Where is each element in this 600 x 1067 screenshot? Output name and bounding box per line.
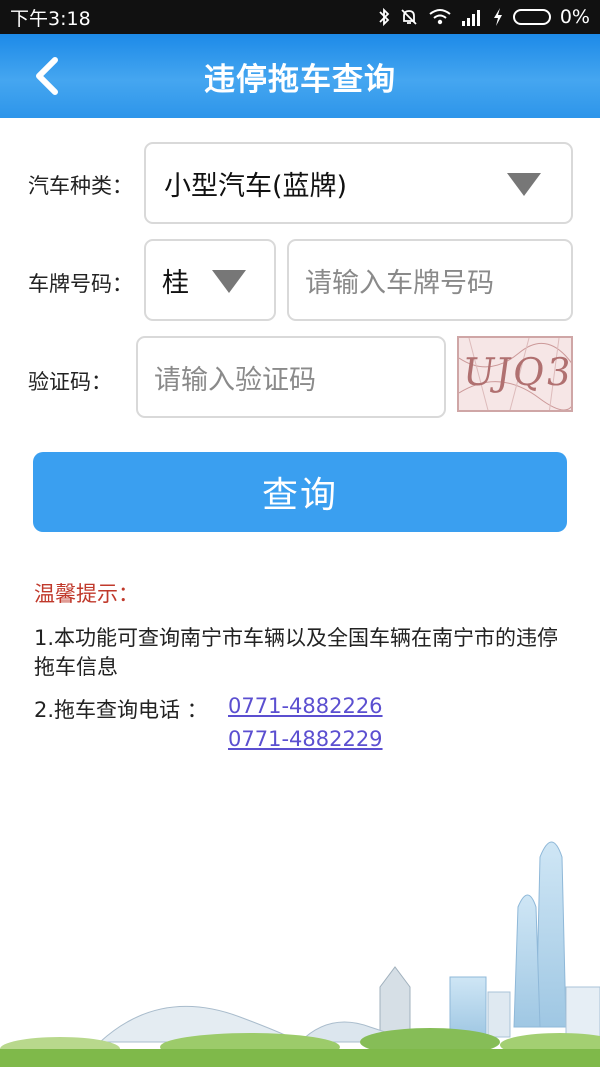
- captcha-image[interactable]: UJQ3: [457, 336, 573, 412]
- captcha-placeholder: 请输入验证码: [154, 364, 316, 396]
- captcha-label: 验证码：: [28, 370, 112, 394]
- query-button[interactable]: 查询: [33, 452, 567, 532]
- charging-icon: [493, 8, 502, 26]
- bluetooth-icon: [379, 7, 390, 27]
- tip-item-2-label: 2.拖车查询电话 ：: [34, 698, 208, 722]
- status-bar: 下午3:18 0%: [0, 0, 600, 34]
- battery-icon: [512, 9, 551, 25]
- tip-item-1: 1.本功能可查询南宁市车辆以及全国车辆在南宁市的违停拖车信息: [34, 626, 559, 679]
- plate-province-select[interactable]: 桂: [144, 239, 276, 321]
- wifi-icon: [429, 9, 451, 25]
- city-skyline-illustration: [0, 827, 600, 1067]
- phone-link-2[interactable]: 0771-4882229: [228, 727, 383, 751]
- plate-label: 车牌号码：: [28, 272, 133, 296]
- app-header: 违停拖车查询: [0, 34, 600, 118]
- page-title: 违停拖车查询: [204, 61, 396, 98]
- phone-link-1[interactable]: 0771-4882226: [228, 694, 383, 718]
- plate-number-input[interactable]: 请输入车牌号码: [287, 239, 573, 321]
- status-time: 下午3:18: [10, 7, 91, 30]
- signal-icon: [461, 10, 480, 26]
- tips-title: 温馨提示：: [34, 582, 139, 606]
- car-type-value: 小型汽车(蓝牌): [164, 170, 348, 202]
- plate-province-value: 桂: [162, 267, 189, 299]
- dropdown-arrow-icon: [212, 270, 246, 293]
- back-button[interactable]: [22, 52, 70, 100]
- captcha-text: UJQ3: [459, 350, 573, 394]
- car-type-label: 汽车种类：: [28, 174, 133, 198]
- captcha-input[interactable]: 请输入验证码: [136, 336, 446, 418]
- car-type-select[interactable]: 小型汽车(蓝牌): [144, 142, 573, 224]
- battery-percent: 0%: [559, 6, 590, 28]
- dropdown-arrow-icon: [507, 173, 541, 196]
- status-icons: 0%: [378, 6, 590, 28]
- plate-number-placeholder: 请输入车牌号码: [305, 267, 494, 299]
- chevron-left-icon: [36, 57, 58, 95]
- mute-bell-icon: [401, 9, 417, 25]
